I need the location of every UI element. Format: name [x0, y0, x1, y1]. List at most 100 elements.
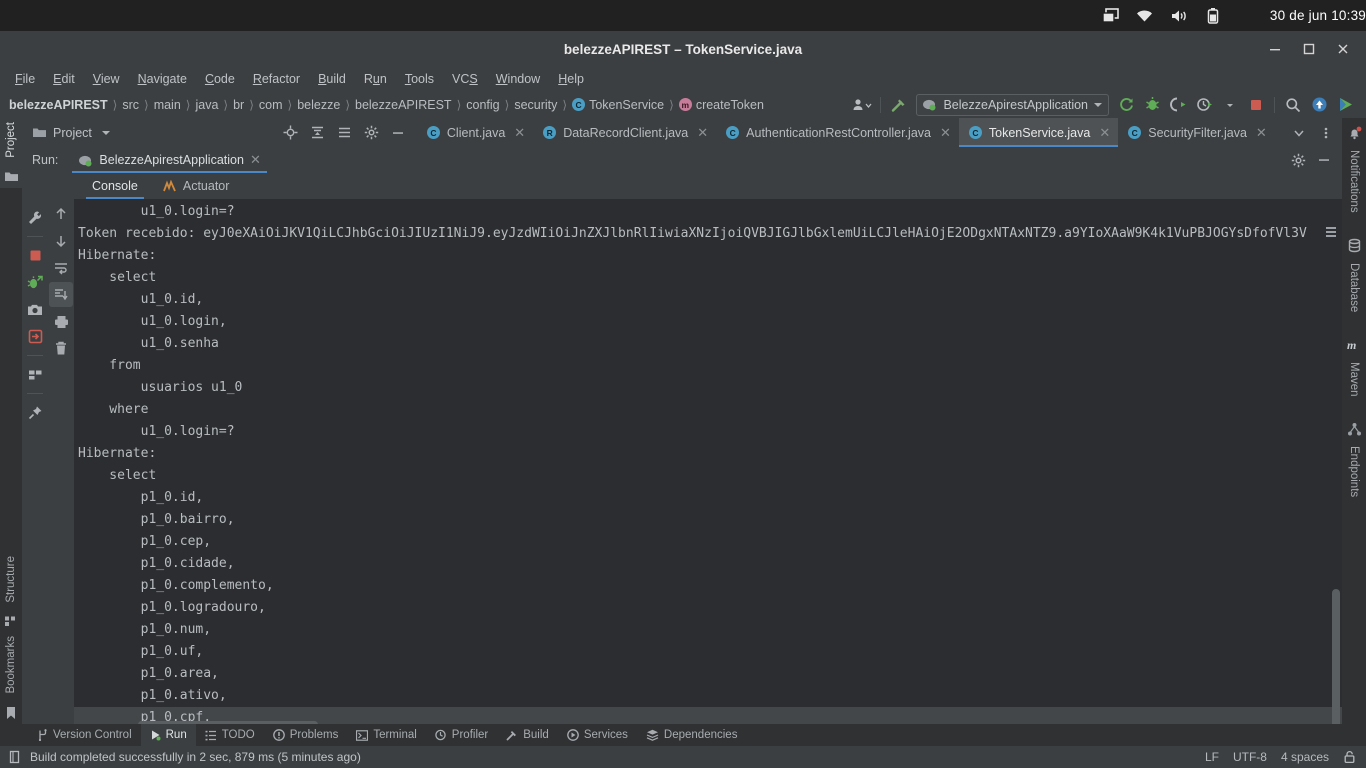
stack-trace-icon[interactable] [1324, 225, 1338, 239]
close-icon[interactable]: ✕ [1099, 125, 1110, 141]
console-output[interactable]: u1_0.login=? Token recebido: eyJ0eXAiOiJK… [74, 199, 1342, 730]
menu-item-run[interactable]: Run [355, 69, 396, 89]
menu-item-file[interactable]: File [6, 69, 44, 89]
close-button[interactable] [1326, 31, 1360, 67]
maximize-button[interactable] [1292, 31, 1326, 67]
sidebar-item-endpoints[interactable]: Endpoints [1348, 440, 1360, 505]
pin-icon[interactable] [23, 400, 47, 425]
bottom-tab-services[interactable]: Services [558, 724, 637, 746]
build-status-icon[interactable] [8, 750, 22, 764]
run-session-tab[interactable]: BelezzeApirestApplication ✕ [72, 147, 268, 173]
tab-list-chevron-icon[interactable] [1286, 119, 1311, 147]
stop-icon[interactable] [23, 243, 47, 268]
layout-icon[interactable] [23, 362, 47, 387]
bottom-tab-run[interactable]: Run [140, 724, 196, 746]
database-icon[interactable] [1343, 235, 1365, 257]
user-dropdown-icon[interactable] [849, 92, 875, 117]
menu-item-refactor[interactable]: Refactor [244, 69, 309, 89]
rerun-icon[interactable] [1113, 92, 1139, 117]
project-folder-icon[interactable] [0, 166, 22, 188]
bookmark-icon[interactable] [0, 702, 22, 724]
run-icon[interactable] [1332, 92, 1358, 117]
project-tool-button[interactable]: Project [22, 118, 118, 147]
close-icon[interactable]: ✕ [940, 125, 951, 141]
breadcrumb-item-br[interactable]: br [232, 98, 245, 112]
sidebar-item-project[interactable]: Project [5, 118, 17, 166]
collapse-all-icon[interactable] [332, 119, 357, 147]
minimize-button[interactable] [1258, 31, 1292, 67]
export-icon[interactable] [23, 324, 47, 349]
tab-tokenservice-java[interactable]: C TokenService.java ✕ [958, 118, 1119, 147]
breadcrumb-item-src[interactable]: src [121, 98, 140, 112]
settings-icon[interactable] [359, 119, 384, 147]
breadcrumb-item-security[interactable]: security [513, 98, 558, 112]
soft-wrap-icon[interactable] [49, 255, 73, 280]
close-icon[interactable]: ✕ [514, 125, 525, 141]
close-icon[interactable]: ✕ [697, 125, 708, 141]
sidebar-item-maven[interactable]: Maven [1348, 356, 1360, 405]
rerun-debug-icon[interactable] [23, 270, 47, 295]
bottom-tab-problems[interactable]: Problems [264, 724, 348, 746]
close-icon[interactable]: ✕ [1256, 125, 1267, 141]
bottom-tab-dependencies[interactable]: Dependencies [637, 724, 747, 746]
structure-icon[interactable] [0, 610, 22, 632]
breadcrumb-item-main[interactable]: main [153, 98, 182, 112]
endpoints-icon[interactable] [1343, 418, 1365, 440]
menu-item-build[interactable]: Build [309, 69, 355, 89]
profiler-icon[interactable] [1191, 92, 1217, 117]
chevron-down-icon[interactable] [1217, 92, 1243, 117]
scroll-down-icon[interactable] [49, 228, 73, 253]
camera-icon[interactable] [23, 297, 47, 322]
line-separator-indicator[interactable]: LF [1205, 750, 1219, 764]
maven-icon[interactable]: m [1343, 334, 1365, 356]
menu-item-navigate[interactable]: Navigate [129, 69, 196, 89]
menu-item-edit[interactable]: Edit [44, 69, 84, 89]
bottom-tab-profiler[interactable]: Profiler [426, 724, 497, 746]
trash-icon[interactable] [49, 336, 73, 361]
breadcrumb-item-belezze[interactable]: belezze [296, 98, 341, 112]
menu-item-code[interactable]: Code [196, 69, 244, 89]
search-icon[interactable] [1280, 92, 1306, 117]
notifications-bell-icon[interactable] [1343, 122, 1365, 144]
read-only-lock-icon[interactable] [1343, 750, 1356, 764]
sidebar-item-notifications[interactable]: Notifications [1348, 144, 1360, 221]
tab-console[interactable]: Console [80, 173, 150, 199]
sidebar-item-structure[interactable]: Structure [5, 552, 17, 611]
run-configuration-selector[interactable]: BelezzeApirestApplication [916, 93, 1109, 116]
tab-securityfilter-java[interactable]: C SecurityFilter.java ✕ [1118, 118, 1275, 147]
scroll-to-end-icon[interactable] [49, 282, 73, 307]
print-icon[interactable] [49, 309, 73, 334]
breadcrumb-item-com[interactable]: com [258, 98, 284, 112]
close-icon[interactable]: ✕ [250, 152, 261, 168]
breadcrumb-item-createtoken[interactable]: m createToken [678, 98, 765, 112]
tab-options-icon[interactable] [1313, 119, 1338, 147]
breadcrumb-item-java[interactable]: java [194, 98, 219, 112]
bottom-tab-version-control[interactable]: Version Control [28, 724, 141, 746]
settings-icon[interactable] [1286, 148, 1310, 172]
encoding-indicator[interactable]: UTF-8 [1233, 750, 1267, 764]
menu-item-vcs[interactable]: VCS [443, 69, 487, 89]
breadcrumb-item-config[interactable]: config [465, 98, 500, 112]
hammer-icon[interactable] [886, 92, 912, 117]
tab-datarecordclient-java[interactable]: R DataRecordClient.java ✕ [533, 118, 716, 147]
indent-indicator[interactable]: 4 spaces [1281, 750, 1329, 764]
bottom-tab-build[interactable]: Build [497, 724, 558, 746]
volume-icon[interactable] [1162, 0, 1196, 31]
scroll-up-icon[interactable] [49, 201, 73, 226]
debug-icon[interactable] [1139, 92, 1165, 117]
coverage-icon[interactable] [1165, 92, 1191, 117]
wifi-icon[interactable] [1128, 0, 1162, 31]
locate-icon[interactable] [278, 119, 303, 147]
breadcrumb-item-project[interactable]: belezzeAPIREST [8, 98, 109, 112]
menu-item-help[interactable]: Help [549, 69, 593, 89]
sidebar-item-bookmarks[interactable]: Bookmarks [5, 632, 17, 702]
menu-item-view[interactable]: View [84, 69, 129, 89]
hide-icon[interactable] [1312, 148, 1336, 172]
menu-item-tools[interactable]: Tools [396, 69, 443, 89]
stop-icon[interactable] [1243, 92, 1269, 117]
hide-icon[interactable] [386, 119, 411, 147]
window-switcher-icon[interactable] [1094, 0, 1128, 31]
tab-actuator[interactable]: Actuator [150, 173, 242, 199]
menu-item-window[interactable]: Window [487, 69, 549, 89]
update-project-icon[interactable] [1306, 92, 1332, 117]
